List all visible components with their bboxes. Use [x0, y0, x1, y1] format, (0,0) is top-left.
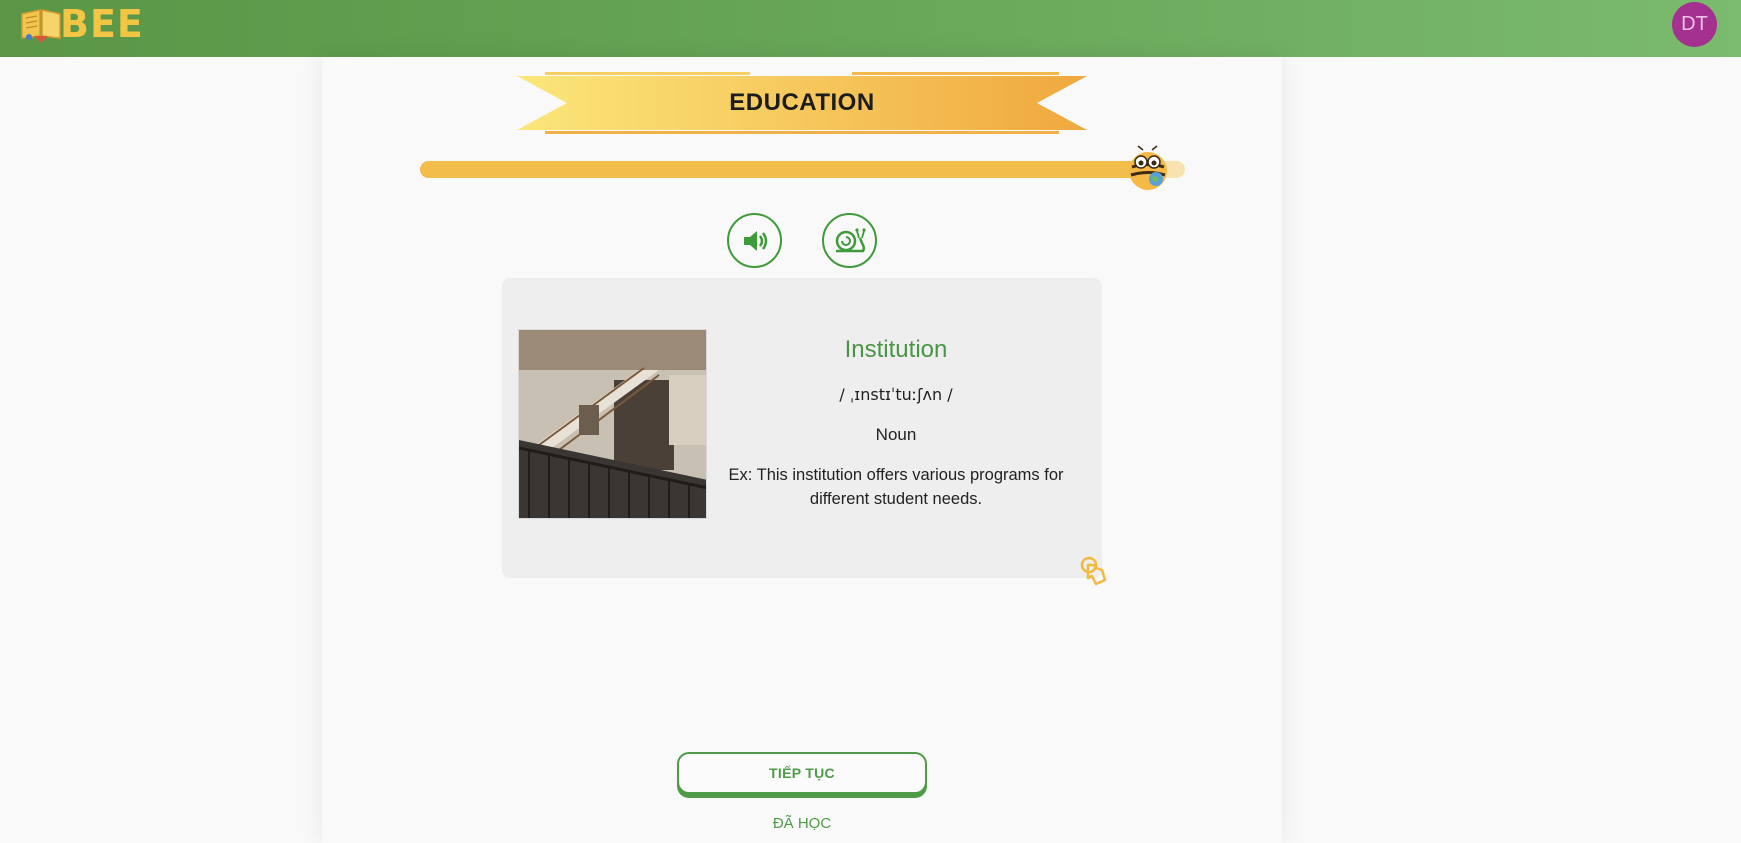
logo-text: BEE — [60, 2, 144, 46]
top-bar: BEE DT — [0, 0, 1741, 57]
user-avatar[interactable]: DT — [1672, 2, 1717, 47]
progress-fill — [420, 161, 1140, 178]
snail-icon — [835, 227, 866, 252]
institution-photo — [518, 329, 707, 519]
play-slow-audio-button[interactable] — [822, 213, 877, 268]
part-of-speech: Noun — [875, 425, 917, 444]
topic-title: EDUCATION — [729, 89, 875, 116]
mark-learned-link[interactable]: ĐÃ HỌC — [722, 815, 882, 832]
book-icon — [21, 9, 61, 43]
speaker-icon — [743, 230, 767, 251]
play-audio-button[interactable] — [727, 213, 782, 268]
example-sentence: Ex: This institution offers various prog… — [728, 466, 1064, 508]
vocabulary-word: Institution — [844, 336, 948, 363]
tap-hand-icon[interactable] — [1078, 554, 1114, 590]
topic-banner: EDUCATION — [517, 72, 1087, 134]
phonetic-transcription: / ˌɪnstɪˈtuːʃʌn / — [839, 385, 953, 404]
bee-mascot-icon — [1129, 145, 1167, 190]
bee-logo[interactable]: BEE — [20, 2, 144, 46]
continue-button[interactable]: TIẾP TỤC — [677, 752, 927, 794]
lesson-progress-bar — [420, 161, 1185, 178]
